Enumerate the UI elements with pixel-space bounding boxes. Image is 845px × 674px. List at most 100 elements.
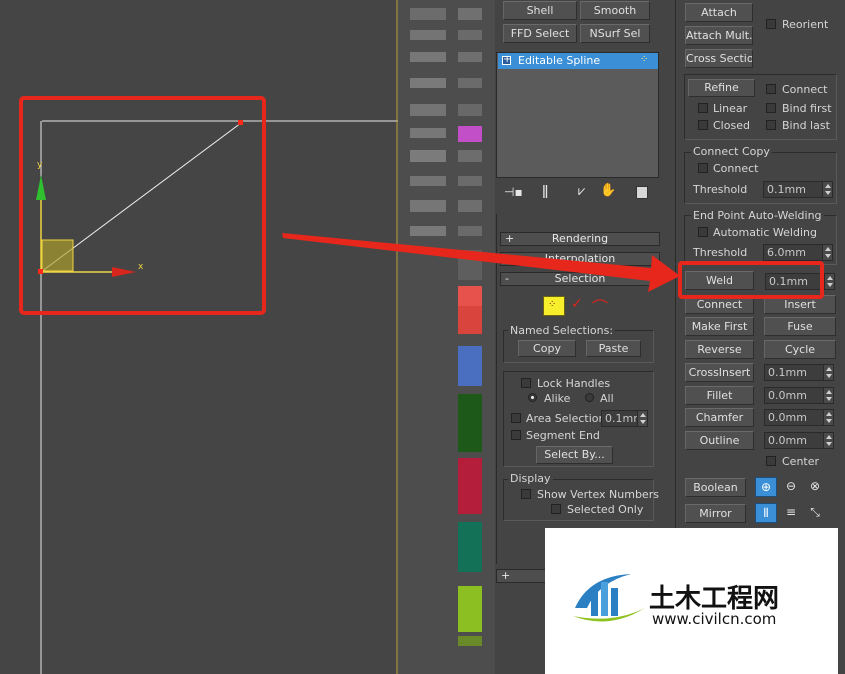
area-selection-checkbox[interactable] — [511, 413, 521, 423]
modifier-stack-item[interactable]: + Editable Spline ⁘ — [498, 53, 658, 69]
automatic-welding-checkbox[interactable] — [698, 227, 708, 237]
configure-modifier-sets-icon[interactable] — [636, 186, 648, 199]
pixelated-region — [398, 0, 495, 674]
area-selection-spinner-arrows[interactable] — [637, 411, 647, 426]
weld-spinner-arrows[interactable] — [824, 274, 834, 289]
lock-handles-label: Lock Handles — [537, 377, 611, 390]
center-checkbox[interactable] — [766, 456, 776, 466]
linear-checkbox[interactable] — [698, 103, 708, 113]
rollout-rendering-plus: + — [505, 232, 515, 245]
boolean-intersect-icon[interactable]: ⊗ — [805, 477, 825, 497]
boolean-subtract-icon[interactable]: ⊖ — [781, 477, 801, 497]
mirror-button[interactable]: Mirror — [685, 504, 746, 523]
autoweld-threshold-spinner[interactable]: 6.0mm — [763, 244, 833, 261]
connect-copy-threshold-spinner[interactable]: 0.1mm — [763, 181, 833, 198]
rollout-collapsed-bottom[interactable]: + — [496, 569, 546, 583]
connect-checkbox-label: Connect — [782, 83, 828, 96]
weld-value: 0.1mm — [769, 275, 808, 288]
refine-button[interactable]: Refine — [688, 79, 755, 97]
remove-modifier-icon[interactable]: ✋ — [600, 183, 616, 198]
selected-only-label: Selected Only — [567, 503, 644, 516]
closed-label: Closed — [713, 119, 750, 132]
mirror-horizontal-icon[interactable]: ⫴ — [755, 503, 777, 523]
rollout-collapsed-plus: + — [501, 569, 511, 582]
cycle-button[interactable]: Cycle — [764, 340, 836, 359]
reverse-button[interactable]: Reverse — [685, 340, 754, 359]
fillet-spinner[interactable]: 0.0mm — [764, 387, 834, 404]
crossinsert-value: 0.1mm — [768, 366, 807, 379]
chamfer-button[interactable]: Chamfer — [685, 408, 754, 427]
mirror-vertical-icon[interactable]: ≡ — [781, 503, 801, 523]
fillet-arrows[interactable] — [823, 388, 833, 403]
stack-item-dots-icon: ⁘ — [640, 54, 649, 65]
connect-button[interactable]: Connect — [685, 295, 754, 314]
rollout-interpolation[interactable]: + Interpolation — [500, 252, 660, 266]
chamfer-arrows[interactable] — [823, 410, 833, 425]
boolean-button[interactable]: Boolean — [685, 478, 746, 497]
rollout-rendering[interactable]: + Rendering — [500, 232, 660, 246]
modifier-button-ffd-select[interactable]: FFD Select — [503, 24, 577, 43]
make-first-button[interactable]: Make First — [685, 317, 754, 336]
lock-handles-checkbox[interactable] — [521, 378, 531, 388]
connect-copy-threshold-arrows[interactable] — [822, 182, 832, 197]
gizmo-y-arrow — [36, 175, 46, 200]
cross-section-button[interactable]: Cross Section — [685, 49, 753, 68]
outline-arrows[interactable] — [823, 433, 833, 448]
rollout-selection[interactable]: - Selection — [500, 272, 660, 286]
modifier-button-nsurf-sel[interactable]: NSurf Sel — [580, 24, 650, 43]
selected-only-checkbox[interactable] — [551, 504, 561, 514]
boolean-union-icon[interactable]: ⊕ — [755, 477, 777, 497]
connect-copy-checkbox[interactable] — [698, 163, 708, 173]
area-selection-spinner[interactable]: 0.1mm — [601, 410, 648, 427]
outline-button[interactable]: Outline — [685, 431, 754, 450]
copy-button[interactable]: Copy — [518, 340, 576, 357]
chamfer-spinner[interactable]: 0.0mm — [764, 409, 834, 426]
show-vertex-numbers-label: Show Vertex Numbers — [537, 488, 659, 501]
modifier-button-shell[interactable]: Shell — [503, 1, 577, 20]
attach-mult-button[interactable]: Attach Mult. — [685, 26, 753, 45]
fillet-value: 0.0mm — [768, 389, 807, 402]
attach-button[interactable]: Attach — [685, 3, 753, 22]
show-vertex-numbers-checkbox[interactable] — [521, 489, 531, 499]
pin-stack-icon[interactable]: ⊣▪ — [504, 185, 523, 199]
segment-level-icon[interactable]: ✓ — [571, 296, 583, 312]
all-radio[interactable] — [585, 393, 594, 402]
weld-button[interactable]: Weld — [685, 271, 754, 290]
paste-button[interactable]: Paste — [586, 340, 641, 357]
reorient-checkbox[interactable] — [766, 19, 776, 29]
outline-spinner[interactable]: 0.0mm — [764, 432, 834, 449]
alike-radio[interactable] — [528, 393, 537, 402]
fuse-button[interactable]: Fuse — [764, 317, 836, 336]
segment-end-checkbox[interactable] — [511, 430, 521, 440]
closed-checkbox[interactable] — [698, 120, 708, 130]
rollout-selection-label: Selection — [554, 272, 606, 285]
connect-checkbox[interactable] — [766, 84, 776, 94]
modifier-stack-list[interactable] — [496, 52, 659, 178]
fillet-button[interactable]: Fillet — [685, 386, 754, 405]
gizmo-x-arrow — [112, 267, 136, 277]
insert-button[interactable]: Insert — [764, 295, 836, 314]
rollout-interpolation-plus: + — [505, 252, 515, 265]
bind-first-label: Bind first — [782, 102, 832, 115]
transform-gizmo-plane — [41, 239, 74, 272]
watermark-url: www.civilcn.com — [652, 610, 777, 628]
axis-x-label: x — [138, 262, 144, 272]
chamfer-value: 0.0mm — [768, 411, 807, 424]
make-unique-icon[interactable]: ⩗ — [578, 184, 585, 199]
bind-last-checkbox[interactable] — [766, 120, 776, 130]
weld-spinner[interactable]: 0.1mm — [765, 273, 835, 290]
spline-level-icon[interactable]: ⌒ — [592, 294, 608, 318]
crossinsert-button[interactable]: CrossInsert — [685, 363, 754, 382]
modifier-button-smooth[interactable]: Smooth — [580, 1, 650, 20]
connect-copy-threshold-value: 0.1mm — [767, 183, 806, 196]
outline-value: 0.0mm — [768, 434, 807, 447]
bind-first-checkbox[interactable] — [766, 103, 776, 113]
autoweld-threshold-arrows[interactable] — [822, 245, 832, 260]
vertex-level-icon[interactable]: ⁘ — [543, 296, 565, 316]
linear-label: Linear — [713, 102, 748, 115]
crossinsert-arrows[interactable] — [823, 365, 833, 380]
mirror-both-icon[interactable]: ⤡ — [805, 503, 825, 523]
select-by-button[interactable]: Select By... — [536, 446, 613, 464]
crossinsert-spinner[interactable]: 0.1mm — [764, 364, 834, 381]
show-end-result-icon[interactable]: ǁ — [542, 184, 548, 199]
